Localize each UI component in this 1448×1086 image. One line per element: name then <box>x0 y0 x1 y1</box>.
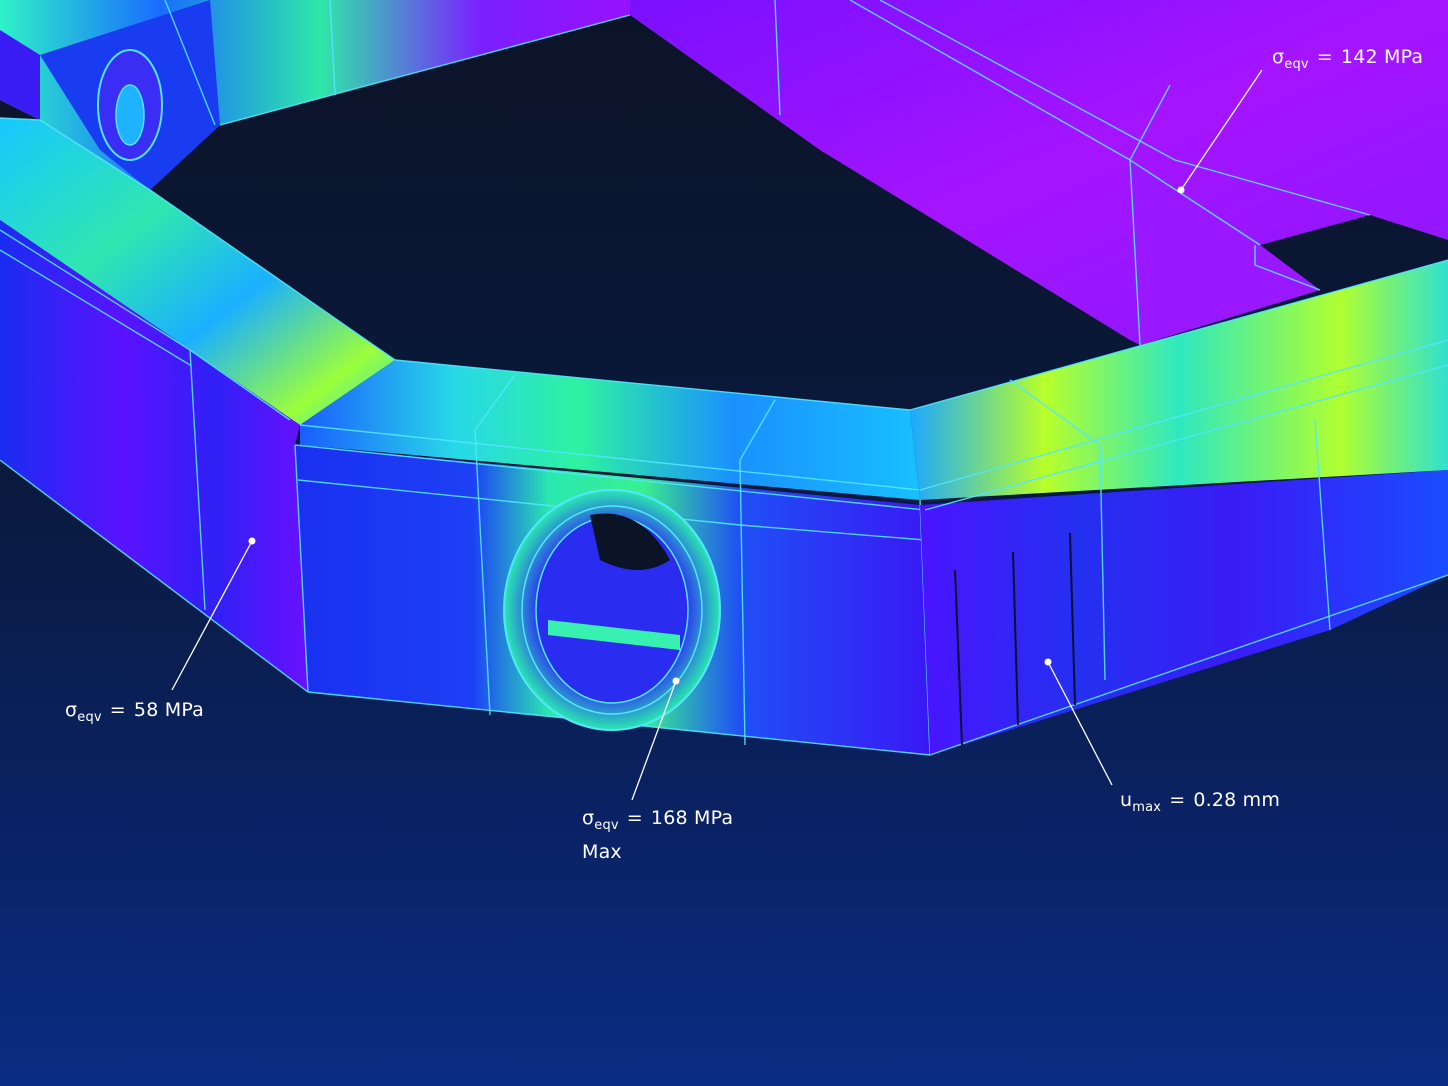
stress-label-top-right: σeqv = 142 MPa <box>1272 44 1423 78</box>
max-note: Max <box>582 841 622 863</box>
subscript: eqv <box>594 818 619 833</box>
stress-label-max: σeqv = 168 MPa Max <box>582 805 733 865</box>
subscript: eqv <box>77 710 102 725</box>
stress-value: 142 MPa <box>1340 46 1424 68</box>
stress-value: 168 MPa <box>650 807 734 829</box>
displacement-value: 0.28 mm <box>1193 789 1281 811</box>
sigma-symbol: σ <box>1272 46 1285 68</box>
callout-dot-top-right <box>1177 186 1185 194</box>
front-beam <box>294 359 931 756</box>
equals-sign: = <box>109 699 126 721</box>
equals-sign: = <box>626 807 643 829</box>
callout-dot-right <box>1044 658 1052 666</box>
sigma-symbol: σ <box>582 807 595 829</box>
sigma-symbol: σ <box>65 699 78 721</box>
equals-sign: = <box>1169 789 1186 811</box>
right-beam <box>909 259 1448 756</box>
subscript: eqv <box>1284 57 1309 72</box>
fea-viewport[interactable]: σeqv = 142 MPa σeqv = 58 MPa σeqv = 168 MPa Ma… <box>0 0 1448 1086</box>
displacement-label: umax = 0.28 mm <box>1120 787 1280 821</box>
stress-contour-model <box>0 0 1448 801</box>
subscript: max <box>1132 800 1162 815</box>
stress-value: 58 MPa <box>133 699 204 721</box>
u-symbol: u <box>1120 789 1133 811</box>
callout-dot-center <box>672 677 680 685</box>
callout-dot-left <box>248 537 256 545</box>
stress-label-left: σeqv = 58 MPa <box>65 697 204 731</box>
equals-sign: = <box>1316 46 1333 68</box>
